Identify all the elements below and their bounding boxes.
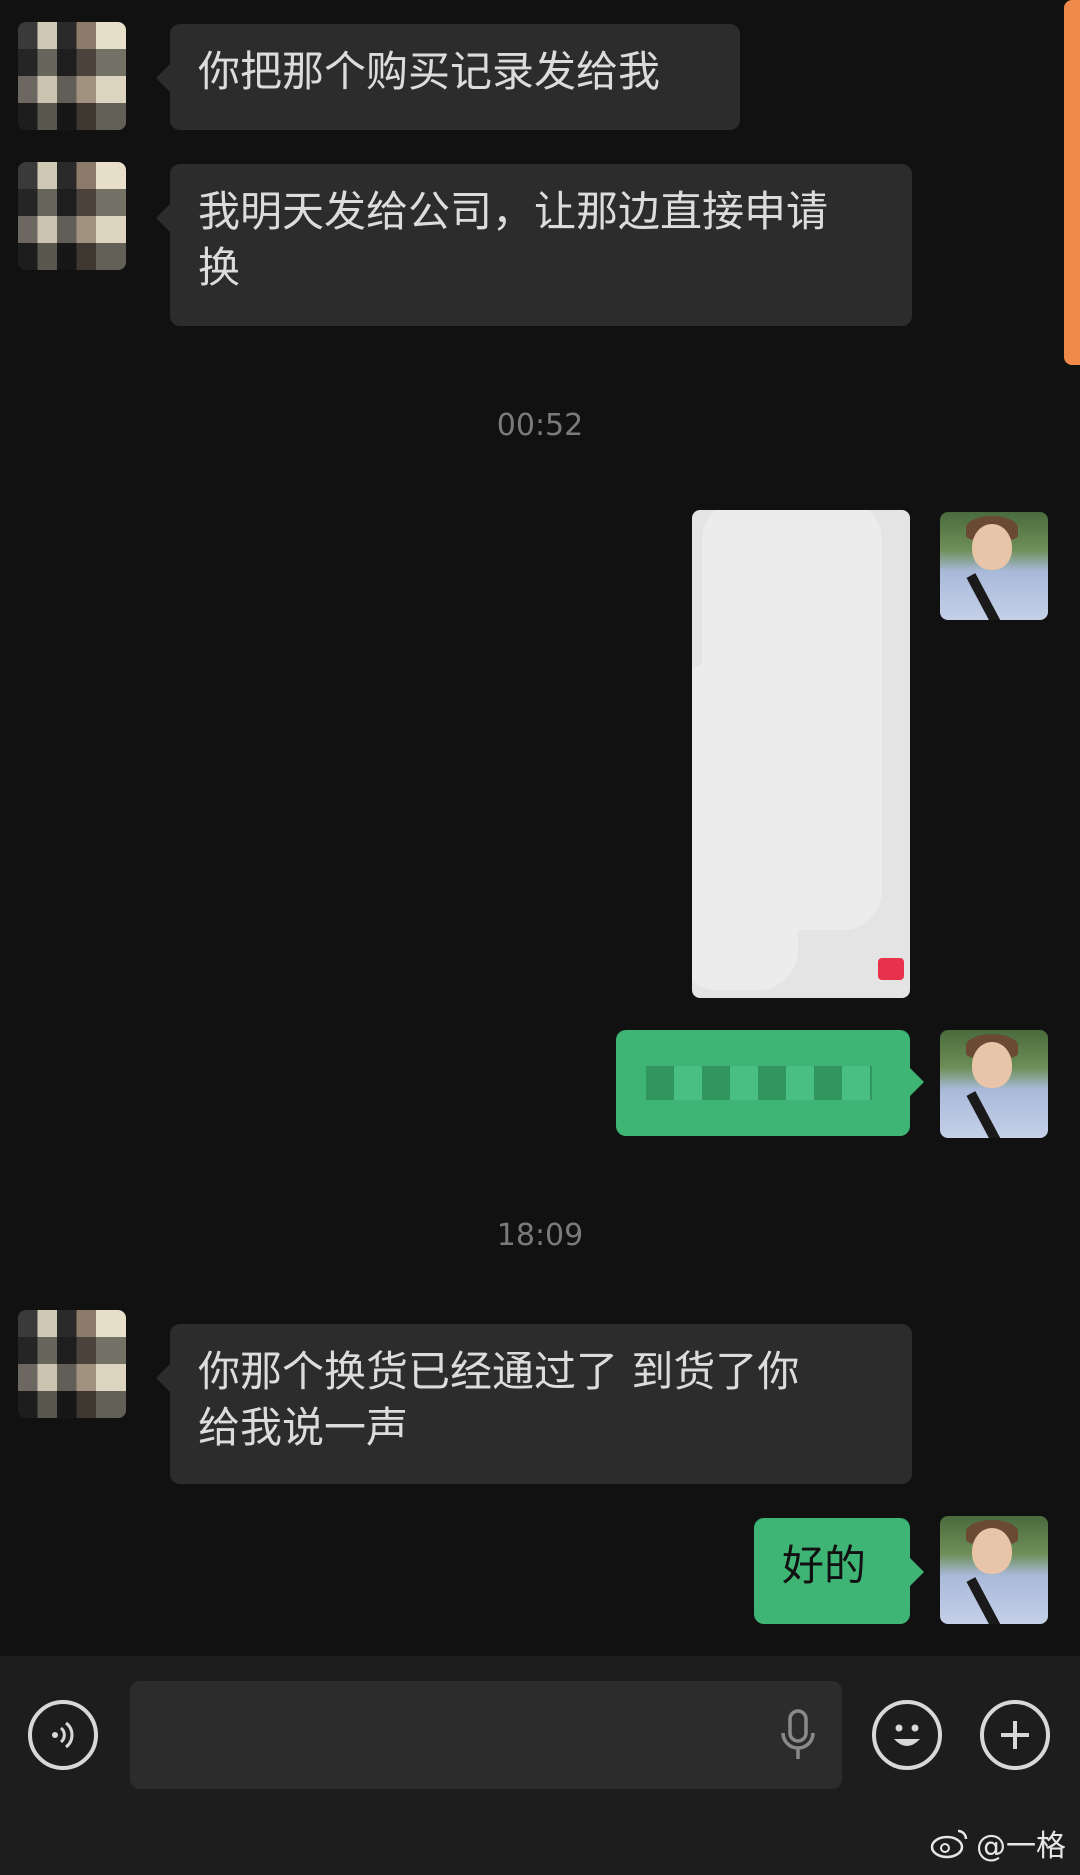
avatar-strap (966, 1577, 1004, 1624)
outgoing-message[interactable]: 好的 (754, 1518, 924, 1624)
redacted-outgoing-message[interactable] (616, 1030, 924, 1136)
avatar-face (972, 524, 1012, 570)
voice-input-icon (52, 1721, 74, 1749)
my-avatar[interactable] (940, 1516, 1048, 1624)
chat-area[interactable]: 你把那个购买记录发给我 我明天发给公司，让那边直接申请 换 00:52 18:0… (0, 0, 1080, 1656)
weibo-icon (930, 1829, 968, 1859)
redaction-smear (692, 660, 798, 990)
emoji-button[interactable] (872, 1700, 942, 1770)
microphone-icon[interactable] (778, 1709, 818, 1763)
contact-avatar[interactable] (18, 22, 126, 130)
message-timestamp: 00:52 (496, 408, 584, 443)
avatar-strap (966, 573, 1004, 620)
incoming-message[interactable]: 我明天发给公司，让那边直接申请 换 (156, 164, 912, 326)
more-options-button[interactable] (980, 1700, 1050, 1770)
my-avatar[interactable] (940, 1030, 1048, 1138)
watermark: @一格 (930, 1821, 1066, 1865)
my-avatar[interactable] (940, 512, 1048, 620)
message-input[interactable] (130, 1681, 842, 1789)
plus-icon (1001, 1721, 1029, 1749)
avatar-face (972, 1042, 1012, 1088)
screenshot-image-message[interactable] (692, 510, 910, 998)
watermark-text: @一格 (976, 1829, 1066, 1864)
voice-input-button[interactable] (28, 1700, 98, 1770)
image-red-button (878, 958, 904, 980)
contact-avatar[interactable] (18, 162, 126, 270)
emoji-icon (894, 1724, 920, 1746)
message-timestamp: 18:09 (496, 1218, 584, 1253)
scroll-indicator[interactable] (1064, 0, 1080, 365)
incoming-message[interactable]: 你那个换货已经通过了 到货了你 给我说一声 (156, 1324, 912, 1484)
incoming-message[interactable]: 你把那个购买记录发给我 (156, 24, 740, 130)
mosaic-redaction (646, 1066, 872, 1100)
contact-avatar[interactable] (18, 1310, 126, 1418)
avatar-strap (966, 1091, 1004, 1138)
avatar-face (972, 1528, 1012, 1574)
input-bar: @一格 (0, 1656, 1080, 1875)
